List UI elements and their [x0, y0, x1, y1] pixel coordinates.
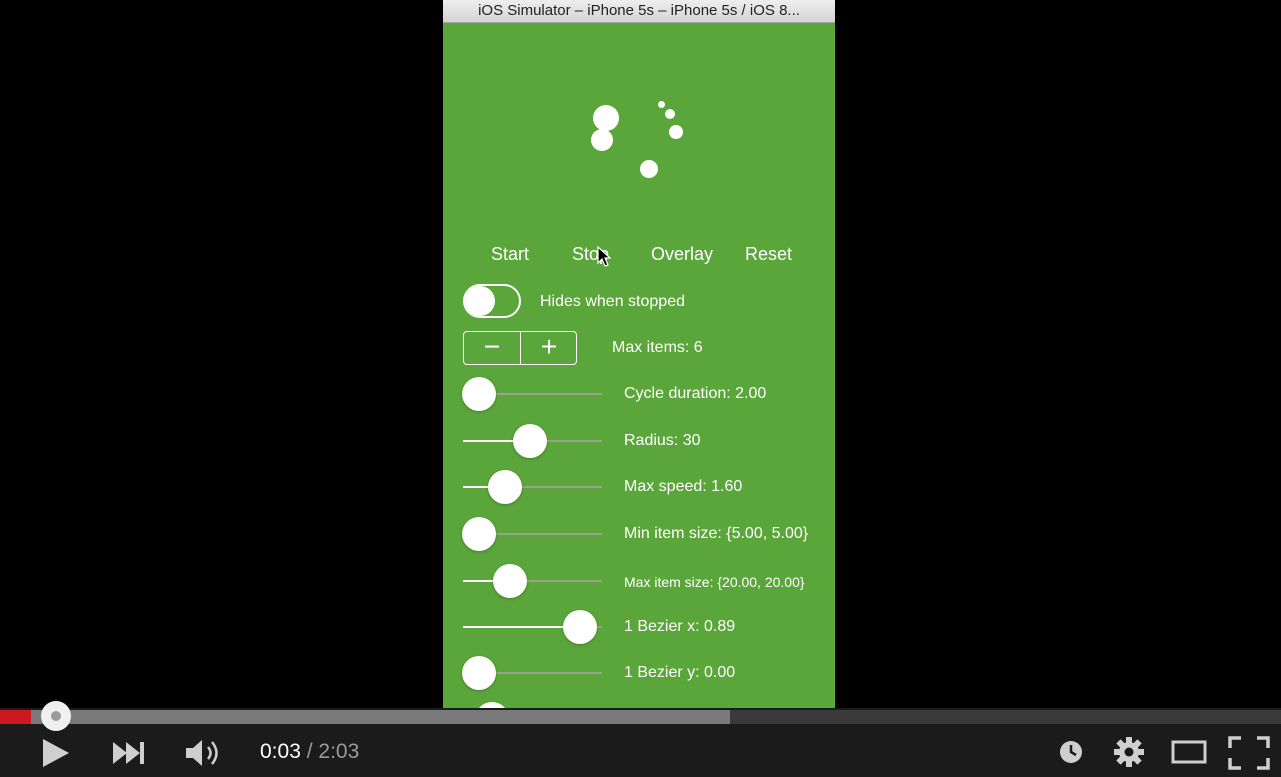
max-items-label: Max items: 6 [612, 339, 703, 356]
settings-icon[interactable] [1113, 736, 1145, 768]
min-item-size-slider[interactable] [462, 517, 602, 551]
toggle-knob [465, 286, 495, 316]
start-button[interactable]: Start [491, 242, 529, 266]
increment-button[interactable]: + [521, 332, 577, 364]
scrubber-handle[interactable] [40, 701, 71, 731]
slider-thumb[interactable] [462, 377, 496, 411]
watch-later-icon[interactable] [1059, 740, 1083, 764]
slider-thumb[interactable] [462, 656, 496, 690]
max-items-stepper[interactable]: − + [463, 331, 577, 365]
theater-mode-icon[interactable] [1171, 740, 1207, 764]
radius-label: Radius: 30 [624, 432, 701, 449]
max-item-size-label: Max item size: {20.00, 20.00} [624, 574, 805, 590]
current-time: 0:03 [260, 740, 301, 763]
time-separator: / [300, 740, 319, 763]
bezier-x-label: 1 Bezier x: 0.89 [624, 618, 736, 635]
time-display: 0:03 / 2:03 [260, 738, 359, 766]
indicator-dot [640, 160, 658, 178]
slider-thumb[interactable] [488, 470, 523, 504]
bezier-y-slider[interactable] [462, 656, 602, 690]
progress-bar[interactable] [0, 701, 1281, 731]
fullscreen-icon[interactable] [1228, 736, 1270, 770]
hides-when-stopped-toggle[interactable] [463, 284, 521, 318]
slider-thumb[interactable] [492, 564, 527, 598]
video-player-controls: 0:03 / 2:03 [0, 701, 1281, 777]
overlay-button[interactable]: Overlay [651, 242, 713, 266]
max-item-size-slider[interactable] [463, 564, 602, 598]
decrement-button[interactable]: − [464, 332, 520, 364]
play-icon[interactable] [40, 738, 72, 768]
next-icon[interactable] [112, 741, 146, 765]
indicator-dot [593, 105, 619, 131]
hides-when-stopped-label: Hides when stopped [540, 293, 685, 310]
cycle-duration-slider[interactable] [462, 377, 602, 411]
slider-thumb[interactable] [563, 610, 598, 644]
simulator-window: iOS Simulator – iPhone 5s – iPhone 5s / … [443, 0, 835, 708]
slider-thumb[interactable] [513, 424, 548, 458]
slider-thumb[interactable] [462, 517, 496, 551]
min-item-size-label: Min item size: {5.00, 5.00} [624, 525, 809, 542]
played-bar [0, 710, 31, 724]
indicator-dot [658, 101, 665, 108]
cycle-duration-label: Cycle duration: 2.00 [624, 385, 767, 402]
simulator-title: iOS Simulator – iPhone 5s – iPhone 5s / … [443, 0, 835, 23]
indicator-dot [591, 129, 613, 151]
volume-icon[interactable] [184, 738, 224, 768]
bezier-y-label: 1 Bezier y: 0.00 [624, 664, 736, 681]
duration: 2:03 [318, 740, 360, 763]
bezier-x-slider[interactable] [463, 610, 602, 644]
mouse-cursor-icon [597, 246, 611, 267]
indicator-dot [669, 125, 683, 139]
radius-slider[interactable] [463, 424, 602, 458]
buffered-bar [0, 710, 731, 724]
indicator-dot [665, 109, 675, 119]
max-speed-slider[interactable] [463, 470, 602, 504]
max-speed-label: Max speed: 1.60 [624, 478, 743, 495]
reset-button[interactable]: Reset [745, 242, 792, 266]
